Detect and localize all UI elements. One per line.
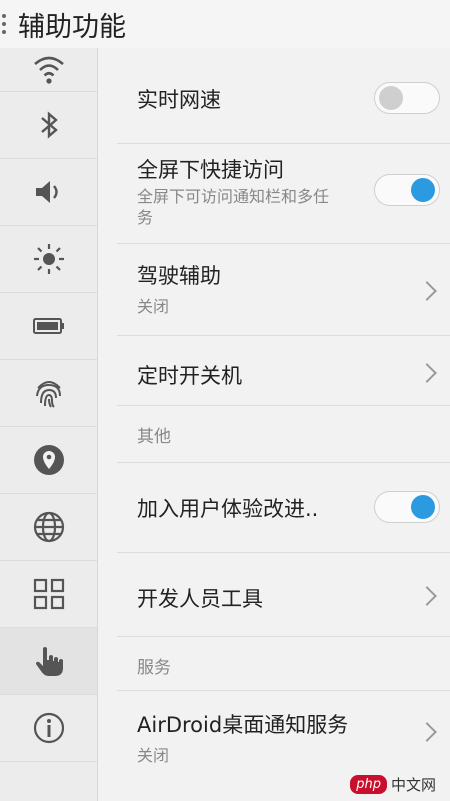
sidebar-item-wifi[interactable] <box>0 48 97 92</box>
apps-grid-icon <box>33 578 64 610</box>
row-label: 驾驶辅助 <box>137 264 221 288</box>
sidebar-item-fingerprint[interactable] <box>0 360 97 427</box>
section-header-other: 其他 <box>117 406 450 463</box>
row-label: 定时开关机 <box>137 364 242 388</box>
globe-icon <box>33 511 64 543</box>
sidebar-item-accessibility[interactable] <box>0 628 97 695</box>
row-driving-assist[interactable]: 驾驶辅助 关闭 <box>117 244 450 336</box>
settings-content: 实时网速 全屏下快捷访问 全屏下可访问通知栏和多任务 驾驶辅助 关闭 定时开关机… <box>117 48 450 801</box>
ux-program-toggle[interactable] <box>374 491 440 523</box>
row-realtime-speed[interactable]: 实时网速 <box>117 48 450 144</box>
sidebar-item-display[interactable] <box>0 226 97 293</box>
battery-icon <box>32 318 64 334</box>
row-label: 开发人员工具 <box>137 587 263 611</box>
watermark-logo: php <box>350 775 387 794</box>
chevron-right-icon <box>417 281 437 301</box>
row-label: AirDroid桌面通知服务 <box>137 713 349 737</box>
row-fullscreen-access[interactable]: 全屏下快捷访问 全屏下可访问通知栏和多任务 <box>117 144 450 244</box>
page-title: 辅助功能 <box>18 11 126 43</box>
sidebar-item-apps[interactable] <box>0 561 97 628</box>
watermark-text: 中文网 <box>390 776 436 794</box>
sidebar-item-battery[interactable] <box>0 293 97 360</box>
row-label: 实时网速 <box>137 88 221 112</box>
location-icon <box>33 445 64 475</box>
row-sublabel: 关闭 <box>137 297 170 316</box>
sidebar-item-language[interactable] <box>0 494 97 561</box>
volume-icon <box>35 181 58 203</box>
row-sublabel: 关闭 <box>137 746 170 765</box>
row-ux-program[interactable]: 加入用户体验改进.. <box>117 463 450 553</box>
bluetooth-icon <box>40 111 58 139</box>
chevron-right-icon <box>417 586 437 606</box>
realtime-speed-toggle[interactable] <box>374 82 440 114</box>
sidebar <box>0 48 98 801</box>
row-label: 加入用户体验改进.. <box>137 497 319 521</box>
sidebar-item-location[interactable] <box>0 427 97 494</box>
chevron-right-icon <box>417 363 437 383</box>
menu-icon[interactable] <box>2 14 12 34</box>
sidebar-item-sound[interactable] <box>0 159 97 226</box>
app-header: 辅助功能 <box>0 0 450 48</box>
watermark: php 中文网 <box>350 774 436 795</box>
fingerprint-icon <box>35 381 61 408</box>
hand-pointer-icon <box>35 647 63 676</box>
row-developer-tools[interactable]: 开发人员工具 <box>117 553 450 637</box>
info-icon <box>33 712 64 744</box>
sidebar-item-about[interactable] <box>0 695 97 762</box>
sidebar-item-bluetooth[interactable] <box>0 92 97 159</box>
brightness-icon <box>33 244 64 274</box>
fullscreen-access-toggle[interactable] <box>374 174 440 206</box>
wifi-icon <box>33 56 64 84</box>
section-header-service: 服务 <box>117 637 450 691</box>
row-scheduled-power[interactable]: 定时开关机 <box>117 336 450 406</box>
chevron-right-icon <box>417 722 437 742</box>
